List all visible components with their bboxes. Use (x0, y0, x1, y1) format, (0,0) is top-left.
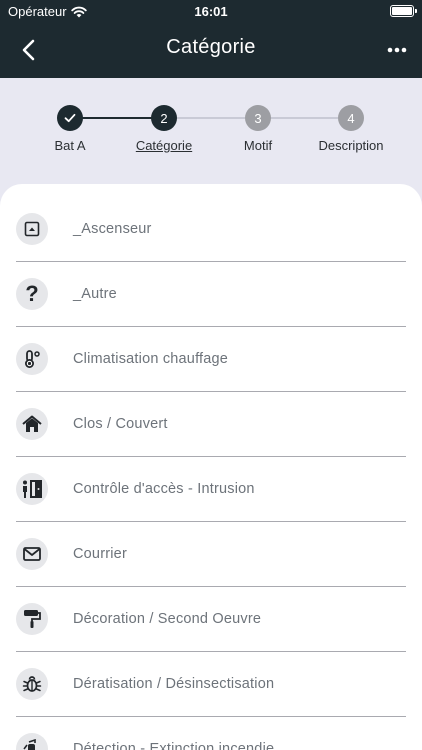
step-4[interactable]: 4 Description (296, 105, 406, 153)
status-bar: Opérateur 16:01 (0, 0, 422, 22)
category-label: Climatisation chauffage (73, 351, 229, 367)
category-label: _Autre (73, 286, 117, 302)
category-item-courrier[interactable]: Courrier (16, 522, 406, 587)
category-label: Contrôle d'accès - Intrusion (73, 481, 255, 497)
step-1-indicator (57, 105, 83, 131)
house-icon (16, 408, 48, 440)
bug-icon (16, 668, 48, 700)
paint-roller-icon (16, 603, 48, 635)
category-list: _Ascenseur ? _Autre Climatisation chauff… (0, 184, 422, 750)
category-item-autre[interactable]: ? _Autre (16, 262, 406, 327)
step-4-indicator: 4 (338, 105, 364, 131)
category-label: Courrier (73, 546, 127, 562)
category-label: _Ascenseur (73, 221, 152, 237)
step-3-indicator: 3 (245, 105, 271, 131)
clock: 16:01 (194, 4, 228, 19)
question-mark-icon: ? (16, 278, 48, 310)
step-4-label: Description (318, 138, 384, 153)
battery-icon (390, 5, 417, 17)
category-item-ascenseur[interactable]: _Ascenseur (16, 197, 406, 262)
fire-extinguisher-icon (16, 733, 48, 750)
category-item-controle-acces[interactable]: Contrôle d'accès - Intrusion (16, 457, 406, 522)
door-access-icon (16, 473, 48, 505)
category-label: Détection - Extinction incendie (73, 741, 275, 750)
page-title: Catégorie (166, 36, 256, 58)
elevator-icon (16, 213, 48, 245)
category-item-detection-incendie[interactable]: Détection - Extinction incendie (16, 717, 406, 750)
category-item-climatisation[interactable]: Climatisation chauffage (16, 327, 406, 392)
app-header: Opérateur 16:01 Catégorie (0, 0, 422, 78)
nav-bar: Catégorie (0, 22, 422, 78)
step-2-indicator: 2 (151, 105, 177, 131)
category-item-clos-couvert[interactable]: Clos / Couvert (16, 392, 406, 457)
category-label: Clos / Couvert (73, 416, 168, 432)
category-label: Décoration / Second Oeuvre (73, 611, 262, 627)
category-item-decoration[interactable]: Décoration / Second Oeuvre (16, 587, 406, 652)
checkmark-icon (64, 113, 76, 123)
more-options-icon[interactable] (386, 38, 408, 62)
envelope-icon (16, 538, 48, 570)
progress-stepper: Bat A 2 Catégorie 3 Motif 4 Description (0, 78, 422, 188)
category-item-deratisation[interactable]: Dératisation / Désinsectisation (16, 652, 406, 717)
thermometer-icon (16, 343, 48, 375)
category-label: Dératisation / Désinsectisation (73, 676, 275, 692)
